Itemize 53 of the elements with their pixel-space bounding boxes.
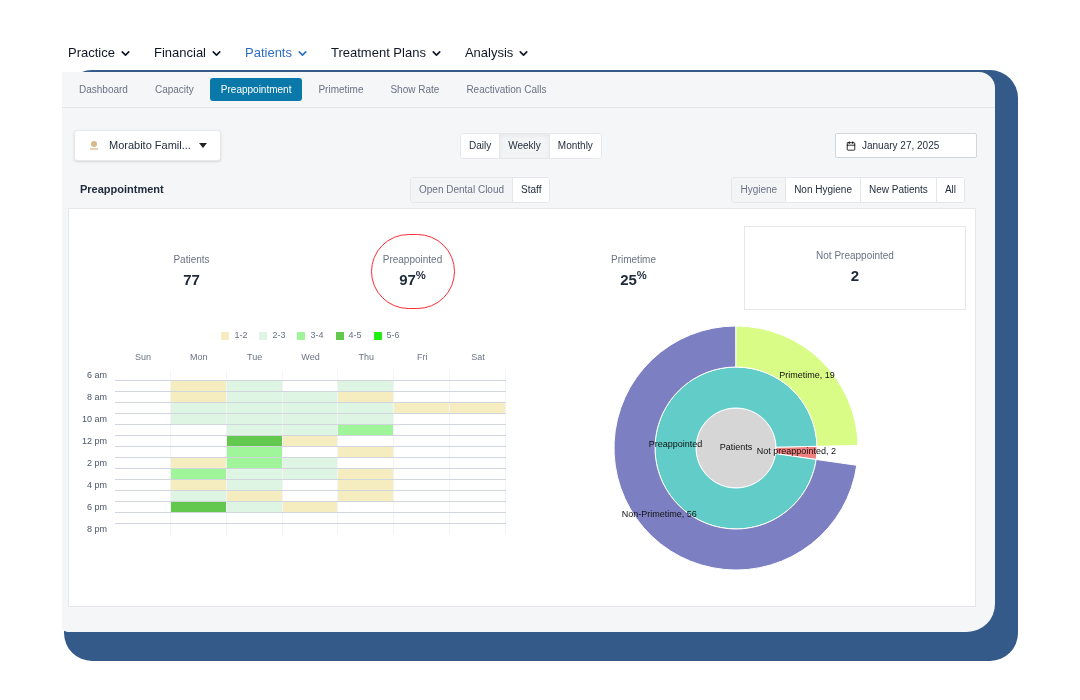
time-label: 2 pm — [87, 459, 107, 468]
legend-label: 3-4 — [310, 329, 324, 342]
legend-label: 2-3 — [272, 329, 286, 342]
day-label: Sun — [134, 350, 151, 364]
time-label: 6 am — [87, 371, 107, 380]
stat-value: 2 — [850, 266, 860, 287]
time-label: 8 am — [87, 393, 107, 402]
legend-label: 4-5 — [348, 329, 362, 342]
stat-label: Not Preappointed — [816, 249, 894, 264]
day-label: Tue — [247, 350, 263, 364]
stat-label: Primetime — [611, 252, 656, 267]
practice-dropdown[interactable]: Morabito Famil... — [74, 130, 221, 161]
subtab[interactable]: Primetime — [307, 78, 375, 101]
day-label: Sat — [471, 350, 485, 364]
day-label: Mon — [190, 350, 208, 364]
segment-button[interactable]: Staff — [512, 177, 550, 202]
legend-label: 1-2 — [234, 329, 248, 342]
time-label: 4 pm — [87, 481, 107, 490]
nav-menu[interactable]: Financial — [153, 43, 223, 63]
subtab[interactable]: Show Rate — [379, 78, 451, 101]
subtab[interactable]: Dashboard — [68, 78, 139, 101]
nav-menu[interactable]: Practice — [68, 43, 132, 63]
time-label: 8 pm — [87, 525, 107, 534]
center-label: Patients — [719, 442, 753, 453]
stat-value: 25$^{%}$ — [620, 268, 647, 290]
stat-label: Preappointed — [382, 252, 443, 267]
segment-button[interactable]: All — [935, 177, 964, 202]
stat-value: 97$^{%}$ — [399, 268, 426, 290]
day-label: Fri — [416, 350, 428, 364]
stat-label: Patients — [173, 252, 210, 267]
time-label: 10 am — [82, 415, 107, 424]
subtab[interactable]: Capacity — [143, 78, 205, 101]
calendar-icon — [846, 140, 856, 151]
time-label: 12 pm — [82, 437, 107, 446]
nav-menu[interactable]: Patients — [245, 43, 309, 63]
day-label: Thu — [358, 350, 375, 364]
stat-value: 77 — [183, 269, 200, 290]
segment-button[interactable]: Hygiene — [732, 177, 786, 202]
nav-menu[interactable]: Treatment Plans — [331, 43, 443, 63]
subtab[interactable]: Reactivation Calls — [455, 78, 558, 101]
segment-button[interactable]: Monthly — [548, 133, 601, 158]
time-label: 6 pm — [87, 503, 107, 512]
subtab[interactable]: Preappointment — [209, 78, 303, 101]
legend-label: 5-6 — [386, 329, 400, 342]
logo-icon — [87, 138, 101, 153]
nav-menu[interactable]: Analysis — [464, 43, 531, 63]
date-field[interactable]: January 27, 2025 — [835, 133, 977, 158]
segment-button[interactable]: Weekly — [499, 133, 549, 158]
segment-button[interactable]: Open Dental Cloud — [411, 177, 513, 202]
slice-label: Primetime, 19 — [779, 369, 835, 380]
caret-icon — [198, 143, 207, 148]
day-label: Wed — [301, 350, 320, 364]
section-title: Preappointment — [80, 182, 165, 198]
